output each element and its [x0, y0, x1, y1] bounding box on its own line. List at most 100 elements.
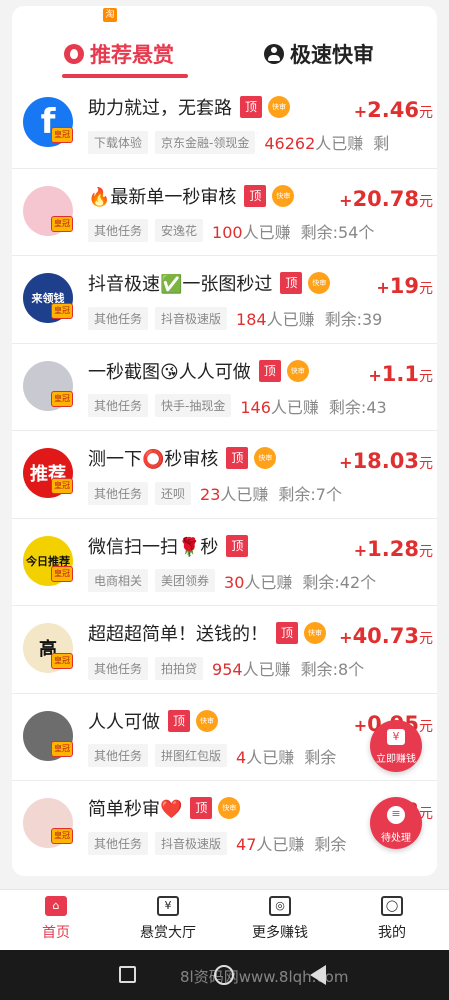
task-meta: 电商相关 美团领券 30人已赚 剩余:42个: [88, 569, 437, 593]
bottom-tabbar: ⌂ 首页 ¥ 悬赏大厅 ◎ 更多赚钱 ◯ 我的: [0, 889, 449, 950]
reward-unit: 元: [419, 368, 433, 385]
earn-now-label: 立即赚钱: [376, 754, 416, 765]
reward-unit: 元: [419, 281, 433, 297]
task-category-tag: 其他任务: [88, 831, 149, 855]
task-remaining: 剩: [373, 134, 390, 153]
taobao-badge-icon: 淘: [103, 8, 117, 22]
reward-plus: +: [376, 278, 390, 297]
task-earned: 100人已赚: [212, 219, 291, 243]
top-tag-icon: 顶: [168, 709, 190, 732]
tab-recommended-label: 推荐悬赏: [90, 43, 174, 67]
crown-badge-icon: 皇冠: [51, 740, 73, 757]
home-icon: ⌂: [45, 896, 67, 916]
reward-unit: 元: [419, 543, 433, 560]
task-title: 测一下⭕秒审核: [88, 449, 219, 470]
top-tag-icon: 顶: [276, 622, 298, 644]
task-reward: +18.03元: [337, 449, 433, 473]
tabbar-mine[interactable]: ◯ 我的: [336, 896, 448, 942]
fast-review-tag-icon: 快审: [304, 622, 326, 644]
task-title-line: 助力就过，无套路 顶 快审: [88, 94, 290, 120]
reward-unit: 元: [419, 193, 433, 210]
task-row[interactable]: 推荐 皇冠 测一下⭕秒审核 顶 快审 +18.03元 其他任务 还呗 23人已赚…: [12, 430, 437, 518]
tab-fast-review-label: 极速快审: [290, 43, 374, 67]
top-tag-icon: 顶: [240, 96, 262, 118]
task-app-tag: 安逸花: [155, 219, 204, 242]
task-title-line: 人人可做 顶 快审: [88, 708, 218, 734]
tabbar-mine-label: 我的: [378, 925, 406, 941]
earned-count: 954: [212, 660, 243, 679]
earned-suffix: 人已赚: [242, 660, 291, 679]
top-tag-icon: 顶: [280, 272, 303, 294]
earned-count: 100: [212, 222, 243, 242]
task-meta: 其他任务 拍拍贷 954人已赚 剩余:8个: [88, 656, 437, 680]
crown-badge-icon: 皇冠: [51, 390, 73, 407]
earned-count: 47: [236, 835, 257, 854]
task-category-tag: 其他任务: [88, 219, 149, 242]
reward-amount: 1.28: [367, 536, 419, 561]
reward-plus: +: [339, 453, 353, 472]
task-row[interactable]: 皇冠 🔥最新单一秒审核 顶 快审 +20.78元 其他任务 安逸花 100人已赚…: [12, 167, 437, 256]
earned-suffix: 人已赚: [244, 572, 293, 592]
user-circle-icon: [264, 44, 284, 64]
top-tag-icon: 顶: [258, 359, 281, 382]
task-title: 人人可做: [88, 711, 160, 733]
task-reward: +40.73元: [337, 624, 433, 648]
crown-badge-icon: 皇冠: [51, 653, 73, 669]
task-meta: 下载体验 京东金融-领现金 46262人已赚 剩: [88, 130, 437, 154]
task-row[interactable]: 皇冠 一秒截图😘人人可做 顶 快审 +1.1元 其他任务 快手-抽现金 146人…: [12, 342, 437, 431]
task-title: 超超超简单！送钱的！: [88, 624, 268, 645]
earned-count: 4: [236, 747, 247, 767]
task-row[interactable]: 来领钱 皇冠 抖音极速✅一张图秒过 顶 快审 +19元 其他任务 抖音极速版 1…: [12, 255, 437, 343]
user-icon: ◯: [381, 896, 403, 916]
reward-amount: 40.73: [352, 624, 419, 648]
pending-button[interactable]: ≡ 待处理: [370, 797, 422, 849]
reward-unit: 元: [419, 105, 433, 121]
reward-amount: 2.46: [367, 98, 419, 122]
task-reward: +1.1元: [366, 361, 433, 386]
task-row[interactable]: 今日推荐 皇冠 微信扫一扫🌹秒 顶 +1.28元 电商相关 美团领券 30人已赚…: [12, 517, 437, 606]
tab-bar: 推荐悬赏 极速快审: [12, 28, 437, 80]
tabbar-more-earn[interactable]: ◎ 更多赚钱: [224, 896, 336, 942]
yen-icon: ¥: [157, 896, 179, 916]
task-app-tag: 快手-抽现金: [155, 394, 232, 417]
task-title: 微信扫一扫🌹秒: [88, 536, 219, 558]
crown-badge-icon: 皇冠: [51, 565, 73, 582]
fast-review-tag-icon: 快审: [254, 447, 277, 469]
top-tag-icon: 顶: [226, 534, 249, 557]
watermark: 8l资码网www.8lqh.com: [180, 968, 349, 986]
task-meta: 其他任务 抖音极速版 184人已赚 剩余:39: [88, 306, 437, 330]
tab-recommended[interactable]: 推荐悬赏: [64, 34, 174, 74]
gamepad-icon: ◎: [269, 896, 291, 916]
tab-fast-review[interactable]: 极速快审: [264, 34, 374, 74]
task-earned: 23人已赚: [200, 481, 268, 505]
flame-icon: [64, 44, 84, 64]
earn-now-button[interactable]: ¥ 立即赚钱: [370, 720, 422, 772]
top-tag-icon: 顶: [190, 797, 213, 819]
task-row[interactable]: 高 皇冠 超超超简单！送钱的！ 顶 快审 +40.73元 其他任务 拍拍贷 95…: [12, 605, 437, 693]
list-icon: ≡: [387, 806, 405, 824]
task-row[interactable]: f 皇冠 助力就过，无套路 顶 快审 +2.46元 下载体验 京东金融-领现金 …: [12, 80, 437, 168]
task-earned: 184人已赚: [236, 306, 315, 330]
task-earned: 30人已赚: [224, 569, 292, 593]
tabbar-more-earn-label: 更多赚钱: [252, 925, 308, 941]
reward-amount: 18.03: [352, 449, 419, 473]
task-title-line: 🔥最新单一秒审核 顶 快审: [88, 183, 295, 209]
reward-unit: 元: [419, 718, 433, 735]
task-earned: 47人已赚: [236, 831, 304, 855]
task-title-line: 微信扫一扫🌹秒 顶: [88, 533, 249, 559]
task-category-tag: 其他任务: [88, 744, 149, 767]
reward-plus: +: [368, 365, 382, 385]
tabbar-bounty-hall[interactable]: ¥ 悬赏大厅: [112, 896, 224, 942]
recents-icon[interactable]: [119, 966, 136, 983]
task-title-line: 超超超简单！送钱的！ 顶 快审: [88, 620, 326, 646]
reward-unit: 元: [419, 456, 433, 472]
task-title-line: 抖音极速✅一张图秒过 顶 快审: [88, 270, 331, 296]
task-reward: +1.28元: [351, 536, 433, 561]
task-category-tag: 电商相关: [88, 569, 149, 592]
tabbar-bounty-hall-label: 悬赏大厅: [140, 925, 196, 941]
reward-plus: +: [353, 715, 368, 735]
task-remaining: 剩余:43: [328, 397, 387, 417]
task-meta: 其他任务 快手-抽现金 146人已赚 剩余:43: [88, 394, 437, 418]
fast-review-tag-icon: 快审: [272, 184, 295, 207]
tabbar-home[interactable]: ⌂ 首页: [0, 896, 112, 942]
